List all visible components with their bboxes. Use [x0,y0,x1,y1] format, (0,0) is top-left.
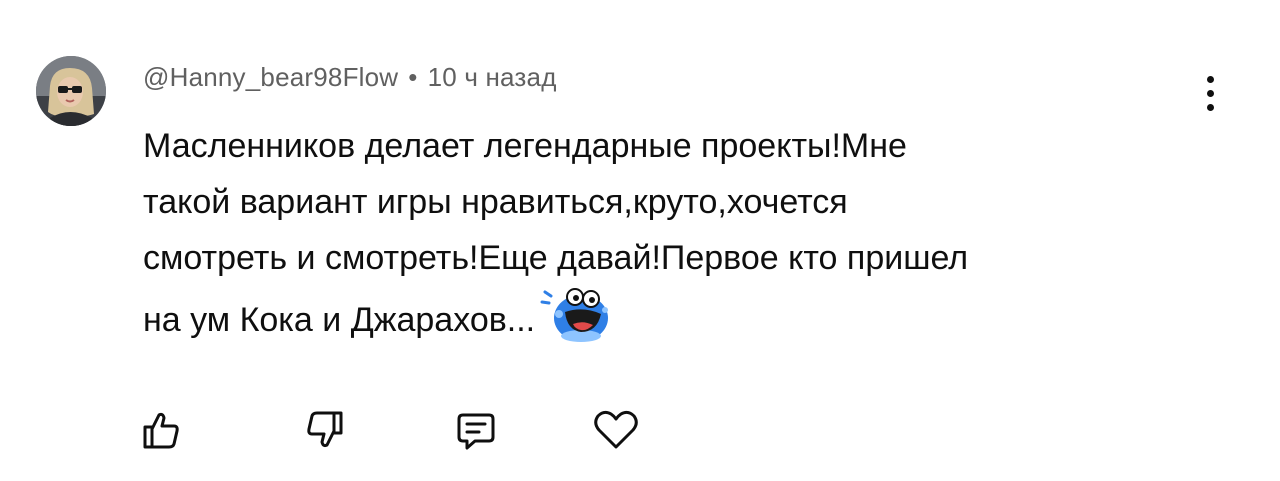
avatar[interactable] [36,56,106,126]
reply-icon [457,413,495,450]
laughing-crying-emoji-icon [537,282,615,346]
heart-icon [594,410,638,449]
thumbs-down-icon [307,411,343,448]
more-vertical-icon-dot [1206,89,1214,97]
comment-line: Масленников делает легендарные проекты!М… [143,127,907,165]
comment-line: на ум Кока и Джарахов... [143,300,536,339]
more-options-button[interactable] [1190,68,1230,118]
comment-line: смотреть и смотреть!Еще давай!Первое кто… [143,239,969,277]
more-vertical-icon-dot [1206,103,1214,111]
comment-text: Масленников делает легендарные проекты!М… [143,118,1203,354]
reply-button[interactable] [446,400,506,460]
meta-separator: • [408,62,418,92]
avatar-photo [36,56,106,126]
comment-line: такой вариант игры нравиться,круто,хочет… [143,183,848,221]
heart-button[interactable] [586,400,646,460]
author-name[interactable]: @Hanny_bear98Flow [143,62,398,92]
like-button[interactable] [130,400,190,460]
comment-line-last: на ум Кока и Джарахов... [143,288,1203,354]
comment-meta: @Hanny_bear98Flow • 10 ч назад [143,62,557,93]
more-vertical-icon [1206,75,1214,83]
thumbs-up-icon [143,412,179,449]
timestamp[interactable]: 10 ч назад [428,62,557,92]
dislike-button[interactable] [296,400,356,460]
